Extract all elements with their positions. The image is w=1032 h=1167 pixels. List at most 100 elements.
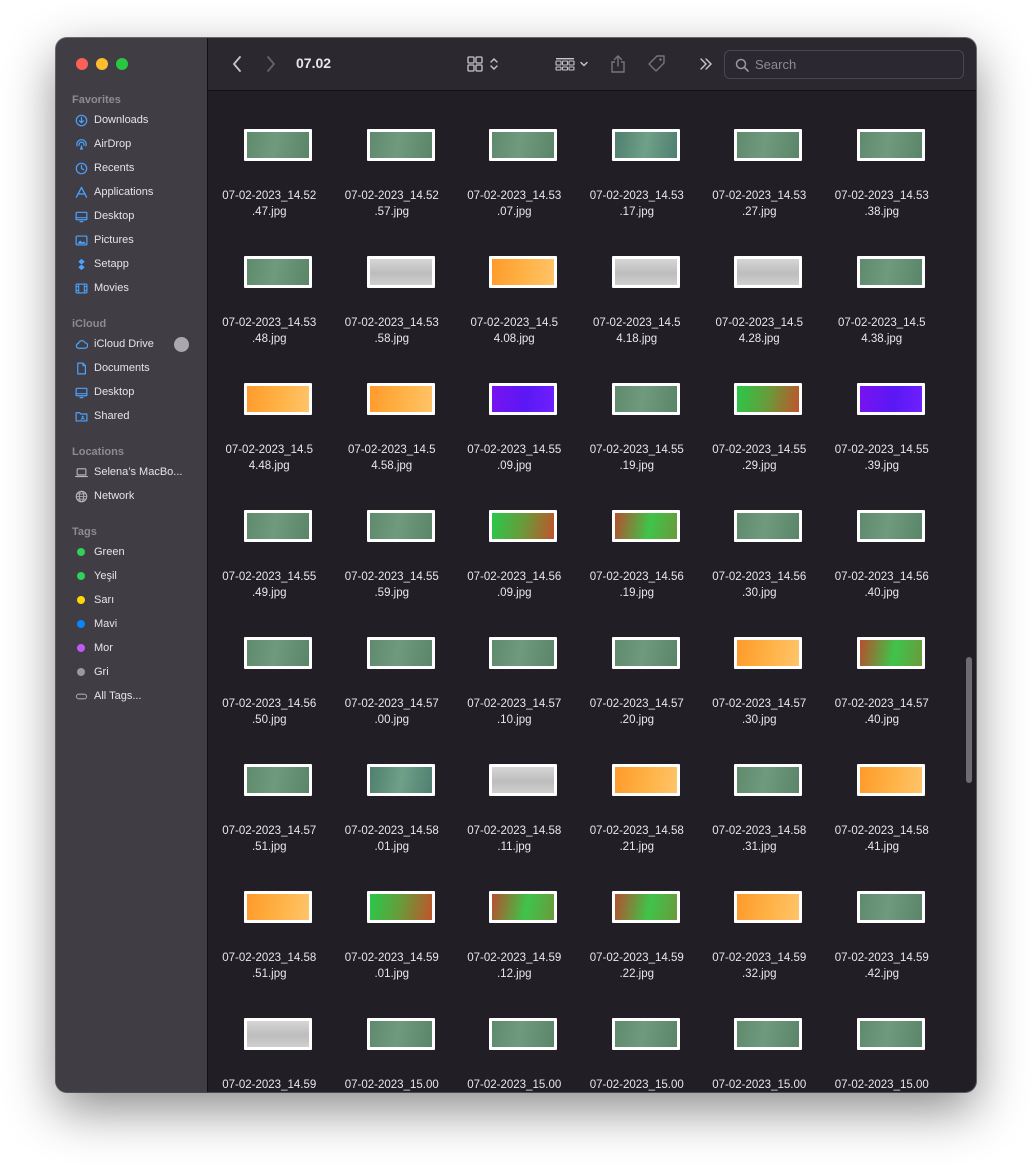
share-button[interactable] <box>608 52 628 76</box>
file-name[interactable]: 07-02-2023_14.58 .51.jpg <box>208 950 331 982</box>
file-thumbnail[interactable] <box>611 510 680 542</box>
file-name[interactable]: 07-02-2023_14.56 .50.jpg <box>208 696 331 728</box>
group-by-button[interactable] <box>552 52 592 76</box>
file-thumbnail[interactable] <box>856 383 925 415</box>
file-thumbnail[interactable] <box>366 764 435 796</box>
file-thumbnail[interactable] <box>734 1018 802 1050</box>
file-item[interactable]: 07-02-2023_15.00 <box>331 980 454 1092</box>
file-item[interactable]: 07-02-2023_15.00 <box>453 980 576 1092</box>
file-thumbnail[interactable] <box>244 510 312 542</box>
file-item[interactable]: 07-02-2023_14.53 .58.jpg <box>331 218 454 345</box>
file-item[interactable]: 07-02-2023_14.59 .12.jpg <box>453 853 576 980</box>
file-item[interactable]: 07-02-2023_14.56 .50.jpg <box>208 599 331 726</box>
file-item[interactable]: 07-02-2023_14.55 .49.jpg <box>208 472 331 599</box>
sidebar-item-airdrop[interactable]: AirDrop <box>56 132 207 156</box>
file-thumbnail[interactable] <box>244 383 312 415</box>
file-item[interactable]: 07-02-2023_15.00 <box>821 980 944 1092</box>
forward-button[interactable] <box>262 52 280 76</box>
file-item[interactable]: 07-02-2023_14.53 .07.jpg <box>453 91 576 218</box>
sidebar-tag-green[interactable]: Green <box>56 540 207 564</box>
file-item[interactable]: 07-02-2023_14.59 <box>208 980 331 1092</box>
sidebar-item-network[interactable]: Network <box>56 484 207 508</box>
sidebar-item-recents[interactable]: Recents <box>56 156 207 180</box>
file-thumbnail[interactable] <box>734 129 802 161</box>
more-toolbar-button[interactable] <box>698 52 714 76</box>
sidebar-item-setapp[interactable]: Setapp <box>56 252 207 276</box>
file-name[interactable]: 07-02-2023_14.56 .30.jpg <box>698 569 821 601</box>
file-thumbnail[interactable] <box>611 383 680 415</box>
file-thumbnail[interactable] <box>611 764 680 796</box>
file-name[interactable]: 07-02-2023_14.59 .22.jpg <box>576 950 699 982</box>
file-name[interactable]: 07-02-2023_14.57 .30.jpg <box>698 696 821 728</box>
file-name[interactable]: 07-02-2023_14.59 .32.jpg <box>698 950 821 982</box>
file-item[interactable]: 07-02-2023_14.55 .29.jpg <box>698 345 821 472</box>
file-item[interactable]: 07-02-2023_14.58 .11.jpg <box>453 726 576 853</box>
file-name[interactable]: 07-02-2023_14.56 .09.jpg <box>453 569 576 601</box>
file-name[interactable]: 07-02-2023_14.55 .29.jpg <box>698 442 821 474</box>
file-thumbnail[interactable] <box>734 764 802 796</box>
file-name[interactable]: 07-02-2023_14.5 4.48.jpg <box>208 442 331 474</box>
view-mode-button[interactable] <box>464 52 502 76</box>
sidebar-item-documents[interactable]: Documents <box>56 356 207 380</box>
file-name[interactable]: 07-02-2023_14.55 .39.jpg <box>821 442 944 474</box>
file-item[interactable]: 07-02-2023_14.57 .51.jpg <box>208 726 331 853</box>
file-name[interactable]: 07-02-2023_14.58 .31.jpg <box>698 823 821 855</box>
file-item[interactable]: 07-02-2023_14.59 .22.jpg <box>576 853 699 980</box>
file-thumbnail[interactable] <box>366 637 435 669</box>
sidebar-item-desktop[interactable]: Desktop <box>56 204 207 228</box>
file-item[interactable]: 07-02-2023_14.5 4.08.jpg <box>453 218 576 345</box>
file-thumbnail[interactable] <box>856 764 925 796</box>
file-name[interactable]: 07-02-2023_14.57 .51.jpg <box>208 823 331 855</box>
sidebar-item-pictures[interactable]: Pictures <box>56 228 207 252</box>
file-thumbnail[interactable] <box>244 1018 312 1050</box>
file-thumbnail[interactable] <box>489 256 557 288</box>
file-name[interactable]: 07-02-2023_14.5 4.08.jpg <box>453 315 576 347</box>
file-thumbnail[interactable] <box>366 129 435 161</box>
file-name[interactable]: 07-02-2023_15.00 <box>698 1077 821 1092</box>
file-thumbnail[interactable] <box>734 637 802 669</box>
file-item[interactable]: 07-02-2023_14.58 .01.jpg <box>331 726 454 853</box>
file-item[interactable]: 07-02-2023_14.58 .21.jpg <box>576 726 699 853</box>
file-thumbnail[interactable] <box>856 637 925 669</box>
file-name[interactable]: 07-02-2023_14.58 .11.jpg <box>453 823 576 855</box>
tag-button[interactable] <box>646 52 668 76</box>
sidebar-item-icloud-drive[interactable]: iCloud Drive <box>56 332 207 356</box>
file-name[interactable]: 07-02-2023_14.53 .48.jpg <box>208 315 331 347</box>
file-thumbnail[interactable] <box>856 1018 925 1050</box>
sidebar-tag-sarı[interactable]: Sarı <box>56 588 207 612</box>
file-item[interactable]: 07-02-2023_14.52 .47.jpg <box>208 91 331 218</box>
file-item[interactable]: 07-02-2023_14.57 .00.jpg <box>331 599 454 726</box>
close-button[interactable] <box>76 58 88 70</box>
file-name[interactable]: 07-02-2023_15.00 <box>821 1077 944 1092</box>
file-thumbnail[interactable] <box>856 129 925 161</box>
file-thumbnail[interactable] <box>366 383 435 415</box>
file-thumbnail[interactable] <box>489 764 557 796</box>
minimize-button[interactable] <box>96 58 108 70</box>
file-thumbnail[interactable] <box>244 764 312 796</box>
file-item[interactable]: 07-02-2023_14.56 .19.jpg <box>576 472 699 599</box>
file-name[interactable]: 07-02-2023_14.59 <box>208 1077 331 1092</box>
file-thumbnail[interactable] <box>366 256 435 288</box>
file-item[interactable]: 07-02-2023_14.58 .31.jpg <box>698 726 821 853</box>
file-thumbnail[interactable] <box>244 129 312 161</box>
file-thumbnail[interactable] <box>244 637 312 669</box>
file-name[interactable]: 07-02-2023_14.59 .12.jpg <box>453 950 576 982</box>
file-thumbnail[interactable] <box>366 510 435 542</box>
file-thumbnail[interactable] <box>734 510 802 542</box>
file-name[interactable]: 07-02-2023_14.52 .47.jpg <box>208 188 331 220</box>
file-item[interactable]: 07-02-2023_14.58 .51.jpg <box>208 853 331 980</box>
file-name[interactable]: 07-02-2023_14.58 .41.jpg <box>821 823 944 855</box>
file-name[interactable]: 07-02-2023_14.5 4.28.jpg <box>698 315 821 347</box>
file-thumbnail[interactable] <box>611 256 680 288</box>
file-thumbnail[interactable] <box>366 891 435 923</box>
file-name[interactable]: 07-02-2023_14.59 .42.jpg <box>821 950 944 982</box>
file-name[interactable]: 07-02-2023_14.55 .09.jpg <box>453 442 576 474</box>
file-item[interactable]: 07-02-2023_14.57 .20.jpg <box>576 599 699 726</box>
file-item[interactable]: 07-02-2023_14.53 .48.jpg <box>208 218 331 345</box>
file-thumbnail[interactable] <box>611 891 680 923</box>
file-name[interactable]: 07-02-2023_14.5 4.18.jpg <box>576 315 699 347</box>
file-name[interactable]: 07-02-2023_14.57 .20.jpg <box>576 696 699 728</box>
file-name[interactable]: 07-02-2023_14.55 .59.jpg <box>331 569 454 601</box>
sidebar-item-selena-s-macbo[interactable]: Selena’s MacBo... <box>56 460 207 484</box>
file-item[interactable]: 07-02-2023_14.56 .30.jpg <box>698 472 821 599</box>
